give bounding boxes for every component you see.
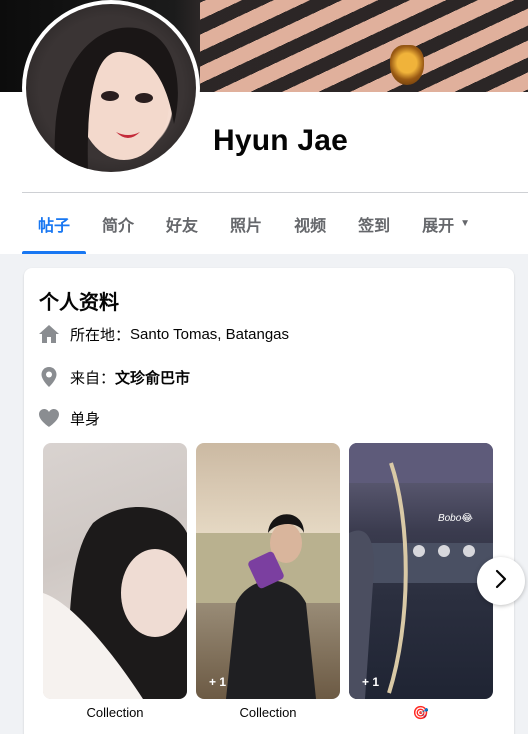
tab-checkins[interactable]: 签到: [342, 193, 406, 254]
intro-title: 个人资料: [39, 292, 119, 314]
intro-card: 个人资料 所在地： Santo Tomas, Batangas 来自： 文珍俞巴…: [24, 268, 514, 734]
profile-header: Hyun Jae 帖子 简介 好友 照片 视频 签到 展开 ▼: [0, 0, 528, 254]
tab-friends[interactable]: 好友: [150, 193, 214, 254]
highlight-extra-count: + 1: [362, 675, 380, 689]
avatar: [26, 4, 196, 172]
profile-name: Hyun Jae: [213, 124, 348, 157]
map-pin-icon: [38, 366, 60, 388]
profile-picture[interactable]: [22, 0, 200, 176]
chevron-right-icon: [494, 569, 508, 594]
tab-about[interactable]: 简介: [86, 193, 150, 254]
avatar-illustration: [54, 27, 178, 172]
tab-videos[interactable]: 视频: [278, 193, 342, 254]
highlight-item[interactable]: + 1: [196, 443, 340, 699]
tab-photos[interactable]: 照片: [214, 193, 278, 254]
from-prefix: 来自：: [70, 369, 116, 387]
intro-from: 来自： 文珍俞巴市: [38, 366, 190, 388]
location-prefix: 所在地：: [70, 326, 131, 344]
profile-tabs: 帖子 简介 好友 照片 视频 签到 展开 ▼: [22, 193, 486, 254]
tab-label: 帖子: [38, 217, 71, 235]
highlight-caption: Collection: [86, 705, 144, 720]
tab-label: 照片: [230, 217, 263, 235]
cover-photo-pattern: [200, 0, 528, 92]
relationship-status: 单身: [70, 410, 101, 428]
highlight-caption: Collection: [239, 705, 297, 720]
location-value[interactable]: Santo Tomas, Batangas: [130, 326, 289, 343]
tab-label: 签到: [358, 217, 391, 235]
highlight-extra-count: + 1: [209, 675, 227, 689]
tab-label: 视频: [294, 217, 327, 235]
caret-down-icon: ▼: [460, 218, 471, 229]
highlight-overlay-text: Bobo😂: [437, 513, 473, 524]
highlight-image: [43, 506, 187, 699]
tab-label: 简介: [102, 217, 135, 235]
intro-relationship: 单身: [38, 407, 100, 429]
featured-highlights: + 1 Bobo😂 + 1: [43, 443, 493, 699]
highlight-item[interactable]: [43, 443, 187, 699]
from-value[interactable]: 文珍俞巴市: [115, 367, 190, 388]
tab-label: 好友: [166, 217, 199, 235]
cover-photo-emblem: [390, 45, 424, 85]
highlight-caption: 🎯: [412, 705, 430, 720]
highlights-next-button[interactable]: [477, 557, 525, 605]
tab-label: 展开: [422, 217, 455, 235]
highlight-image: [349, 443, 493, 699]
tab-posts[interactable]: 帖子: [22, 193, 87, 254]
tab-more[interactable]: 展开 ▼: [406, 193, 486, 254]
home-icon: [38, 323, 60, 345]
heart-icon: [38, 407, 60, 429]
highlight-image: [196, 514, 340, 699]
highlight-item[interactable]: Bobo😂 + 1: [349, 443, 493, 699]
intro-location: 所在地： Santo Tomas, Batangas: [38, 323, 289, 345]
